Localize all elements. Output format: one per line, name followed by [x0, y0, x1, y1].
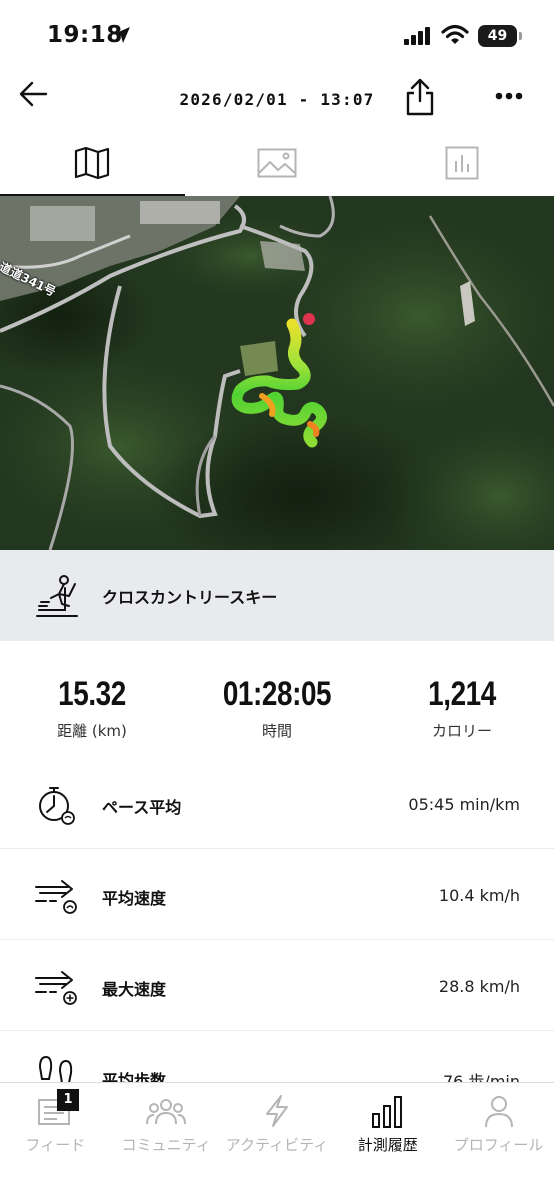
summary-stats: 15.32 距離 (km) 01:28:05 時間 1,214 カロリー	[0, 672, 554, 752]
more-dots-icon	[495, 92, 523, 100]
lightning-icon	[222, 1093, 333, 1129]
distance-label: 距離 (km)	[57, 722, 127, 740]
satellite-map-image	[0, 196, 554, 550]
route-start-marker	[303, 313, 315, 325]
nav-label: プロフィール	[453, 1136, 544, 1154]
cellular-signal-icon	[404, 27, 432, 49]
share-icon	[406, 78, 434, 116]
activity-name: クロスカントリースキー	[102, 588, 278, 607]
nav-label: 計測履歴	[357, 1136, 418, 1154]
calories-value: 1,214	[428, 675, 496, 713]
activity-type-banner: クロスカントリースキー	[0, 550, 554, 641]
nav-label: フィード	[25, 1136, 86, 1154]
distance-value: 15.32	[58, 675, 126, 713]
nav-item-feed[interactable]: 1 フィード	[0, 1083, 111, 1200]
page-title: 2026/02/01 - 13:07	[179, 90, 375, 109]
wifi-icon	[441, 24, 469, 50]
bottom-navigation: 1 フィード コミュニティ アクティビティ 計測履歴 プロフィール	[0, 1082, 554, 1200]
bar-chart-icon	[445, 146, 479, 180]
battery-tip	[519, 32, 522, 40]
distance-stat: 15.32 距離 (km)	[0, 672, 184, 741]
metric-label: ペース平均	[102, 798, 182, 817]
tab-stats[interactable]	[369, 130, 554, 196]
stopwatch-icon	[34, 782, 80, 828]
metric-value: 05:45 min/km	[408, 795, 520, 814]
header: 2026/02/01 - 13:07	[0, 70, 554, 130]
map-icon	[75, 146, 110, 180]
calories-label: カロリー	[431, 722, 492, 740]
tab-map[interactable]	[0, 130, 185, 196]
image-icon	[257, 148, 297, 178]
metric-row-average-pace[interactable]: ペース平均 05:45 min/km	[0, 758, 554, 849]
metric-row-average-speed[interactable]: 平均速度 10.4 km/h	[0, 849, 554, 940]
status-bar: 19:18 49	[0, 0, 554, 70]
metric-value: 28.8 km/h	[438, 977, 520, 996]
tab-photos[interactable]	[185, 130, 370, 196]
history-bars-icon	[332, 1093, 443, 1129]
metric-value: 10.4 km/h	[438, 886, 520, 905]
speed-average-icon	[34, 873, 80, 919]
location-arrow-icon	[112, 25, 132, 49]
more-options-button[interactable]	[494, 86, 524, 106]
nav-label: アクティビティ	[225, 1136, 329, 1154]
notification-badge: 1	[57, 1089, 79, 1111]
nav-item-activity[interactable]: アクティビティ	[222, 1083, 333, 1200]
metric-label: 最大速度	[102, 980, 167, 999]
metric-list: ペース平均 05:45 min/km 平均速度 10.4 km/h 最大速度 2…	[0, 758, 554, 1122]
duration-label: 時間	[261, 722, 292, 740]
metric-label: 平均速度	[102, 889, 167, 908]
nav-item-history[interactable]: 計測履歴	[332, 1083, 443, 1200]
duration-value: 01:28:05	[222, 675, 332, 713]
view-tabs	[0, 130, 554, 196]
calories-stat: 1,214 カロリー	[370, 672, 554, 741]
battery-indicator: 49	[478, 25, 517, 47]
speed-max-icon	[34, 964, 80, 1010]
nav-label: コミュニティ	[121, 1136, 211, 1154]
nav-item-profile[interactable]: プロフィール	[443, 1083, 554, 1200]
route-map[interactable]: 道道341号	[0, 196, 554, 550]
community-icon	[111, 1093, 222, 1129]
profile-icon	[443, 1093, 554, 1129]
share-button[interactable]	[404, 76, 436, 116]
duration-stat: 01:28:05 時間	[185, 672, 369, 741]
cross-country-ski-icon	[35, 574, 79, 622]
feed-icon	[0, 1093, 111, 1129]
nav-item-community[interactable]: コミュニティ	[111, 1083, 222, 1200]
metric-row-max-speed[interactable]: 最大速度 28.8 km/h	[0, 940, 554, 1031]
